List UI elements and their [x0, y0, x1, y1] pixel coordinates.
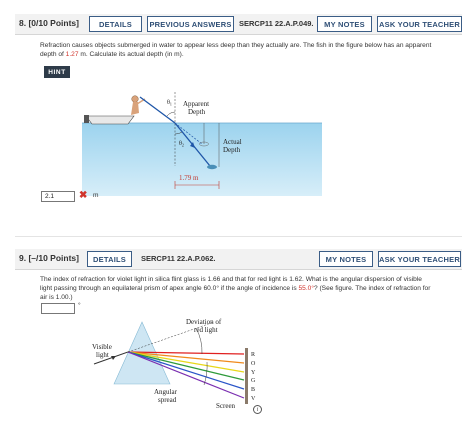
q8-text-line-2: depth of 1.27 m. Calculate its actual de… [40, 51, 184, 58]
question-divider [15, 236, 462, 237]
theta1-arc [166, 111, 176, 117]
visible-label: Visible [92, 343, 112, 351]
fish-actual [207, 164, 217, 170]
q9-answer-input[interactable] [41, 303, 75, 314]
q9-text-line-1: The index of refraction for violet light… [40, 276, 422, 283]
q9-problem-text: The index of refraction for violet light… [40, 275, 430, 302]
angular-label: Angular [154, 388, 178, 396]
color-label-y: Y [251, 370, 256, 376]
q8-problem-id: SERCP11 22.A.P.049. [239, 19, 314, 28]
q8-text-line-1: Refraction causes objects submerged in w… [40, 42, 432, 49]
theta1-label: θ1 [167, 100, 172, 107]
q8-depth-value: 1.27 [65, 51, 79, 58]
question-8-points: 8. [0/10 Points] [19, 18, 79, 28]
theta2-label: θ2 [179, 141, 184, 148]
q9-text-line-2: light passing through an equilateral pri… [40, 285, 431, 292]
apparent-label: Apparent [183, 100, 209, 108]
q8-answer-input[interactable]: 2.1 [41, 191, 75, 202]
q8-unit: m [93, 192, 99, 199]
q8-my-notes-button[interactable]: MY NOTES [317, 16, 372, 32]
distance-label: 1.79 m [179, 174, 199, 182]
q8-fish-figure: θ1 θ2 Apparent Depth Actual Depth 1.79 m [82, 92, 322, 196]
q9-angle-value: 55.0° [298, 285, 314, 292]
color-label-g: G [251, 378, 256, 384]
q8-previous-answers-button[interactable]: PREVIOUS ANSWERS [147, 16, 234, 32]
screen [245, 348, 248, 404]
q9-unit: ° [78, 302, 81, 309]
q8-problem-text: Refraction causes objects submerged in w… [40, 41, 431, 59]
red-light-label: red light [194, 326, 218, 334]
q9-my-notes-button[interactable]: MY NOTES [319, 251, 373, 267]
color-label-v: V [251, 396, 256, 402]
info-icon[interactable]: i [253, 405, 262, 414]
actual-depth-label: Depth [223, 146, 241, 154]
q8-incorrect-icon: ✖ [79, 190, 88, 201]
actual-label: Actual [223, 138, 242, 146]
light-label: light [96, 351, 109, 359]
screen-label: Screen [216, 402, 236, 410]
q9-ask-teacher-button[interactable]: ASK YOUR TEACHER [378, 251, 461, 267]
q8-hint-button[interactable]: HINT [44, 66, 70, 78]
color-label-b: B [251, 387, 255, 393]
question-8-header: 8. [0/10 Points] DETAILS PREVIOUS ANSWER… [15, 14, 462, 35]
color-label-r: R [251, 352, 255, 358]
q8-ask-teacher-button[interactable]: ASK YOUR TEACHER [377, 16, 462, 32]
person-head [131, 95, 139, 103]
q9-text-line-3: air is 1.00.) [40, 294, 73, 301]
color-label-o: O [251, 361, 256, 367]
spread-label: spread [158, 396, 177, 404]
boat [85, 115, 135, 125]
apparent-depth-label: Depth [188, 108, 206, 116]
q8-details-button[interactable]: DETAILS [89, 16, 142, 32]
deviation-label: Deviation of [186, 318, 222, 326]
q9-prism-figure: Deviation of red light Visible light Ang… [92, 318, 256, 410]
q9-details-button[interactable]: DETAILS [87, 251, 132, 267]
question-9-header: 9. [–/10 Points] DETAILS SERCP11 22.A.P.… [15, 249, 462, 270]
boat-motor [84, 115, 89, 123]
q9-problem-id: SERCP11 22.A.P.062. [141, 254, 216, 263]
question-9-points: 9. [–/10 Points] [19, 253, 79, 263]
